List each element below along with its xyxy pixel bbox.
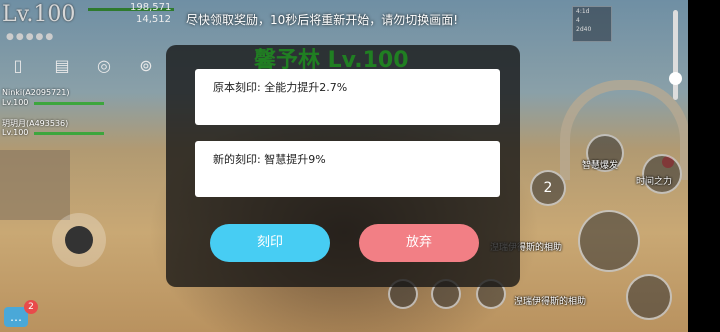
phone-icon[interactable]: ▯	[8, 56, 28, 76]
party-member-name[interactable]: Ninki(A2095721)	[2, 88, 69, 97]
stone-wall	[0, 150, 70, 220]
skill-label: 智慧爆发	[582, 161, 619, 171]
game-screen: Lv.100 198,571 14,512 ●●●●● 尽快领取奖励，10秒后将…	[0, 0, 720, 332]
main-attack-button[interactable]	[578, 210, 640, 272]
hp-secondary-value: 14,512	[136, 14, 171, 25]
party-member-hp-bar	[34, 102, 104, 105]
menu-icons: ▯ ▤ ◎ ⊚	[8, 56, 158, 78]
buff-dots: ●●●●●	[6, 32, 56, 42]
party-member-level: Lv.100	[2, 128, 29, 137]
zoom-slider-handle[interactable]	[669, 72, 682, 85]
network-icon[interactable]: ⊚	[136, 56, 156, 76]
minimap[interactable]: 4:1d 4 2d40	[572, 6, 612, 42]
abandon-button[interactable]: 放弃	[359, 224, 479, 262]
potion-slot[interactable]: 2	[530, 170, 566, 206]
notebook-icon[interactable]: ▤	[52, 56, 72, 76]
globe-icon[interactable]: ◎	[94, 56, 114, 76]
skill-button[interactable]	[626, 274, 672, 320]
screen-edge-bar	[688, 0, 720, 332]
notice-text: 尽快领取奖励，10秒后将重新开始，请勿切换画面!	[186, 13, 459, 27]
new-engraving-text: 新的刻印: 智慧提升9%	[213, 153, 326, 166]
new-engraving-box: 新的刻印: 智慧提升9%	[195, 141, 500, 197]
skill-label: 湼瑞伊得斯的相助	[514, 297, 587, 307]
original-engraving-text: 原本刻印: 全能力提升2.7%	[213, 81, 348, 94]
minimap-line: 4:1d	[576, 8, 590, 15]
hp-value: 198,571	[130, 2, 172, 13]
joystick-icon[interactable]	[52, 213, 106, 267]
original-engraving-box: 原本刻印: 全能力提升2.7%	[195, 69, 500, 125]
minimap-line: 4	[576, 17, 580, 24]
minimap-line: 2d40	[576, 26, 592, 33]
chat-badge: 2	[24, 300, 38, 314]
party-member-level: Lv.100	[2, 98, 29, 107]
slot-count: 2	[543, 180, 553, 196]
party-member-hp-bar	[34, 132, 104, 135]
engrave-button[interactable]: 刻印	[210, 224, 330, 262]
zoom-slider-track[interactable]	[673, 10, 678, 100]
player-level: Lv.100	[2, 2, 76, 27]
skill-label: 时间之力	[636, 177, 673, 187]
